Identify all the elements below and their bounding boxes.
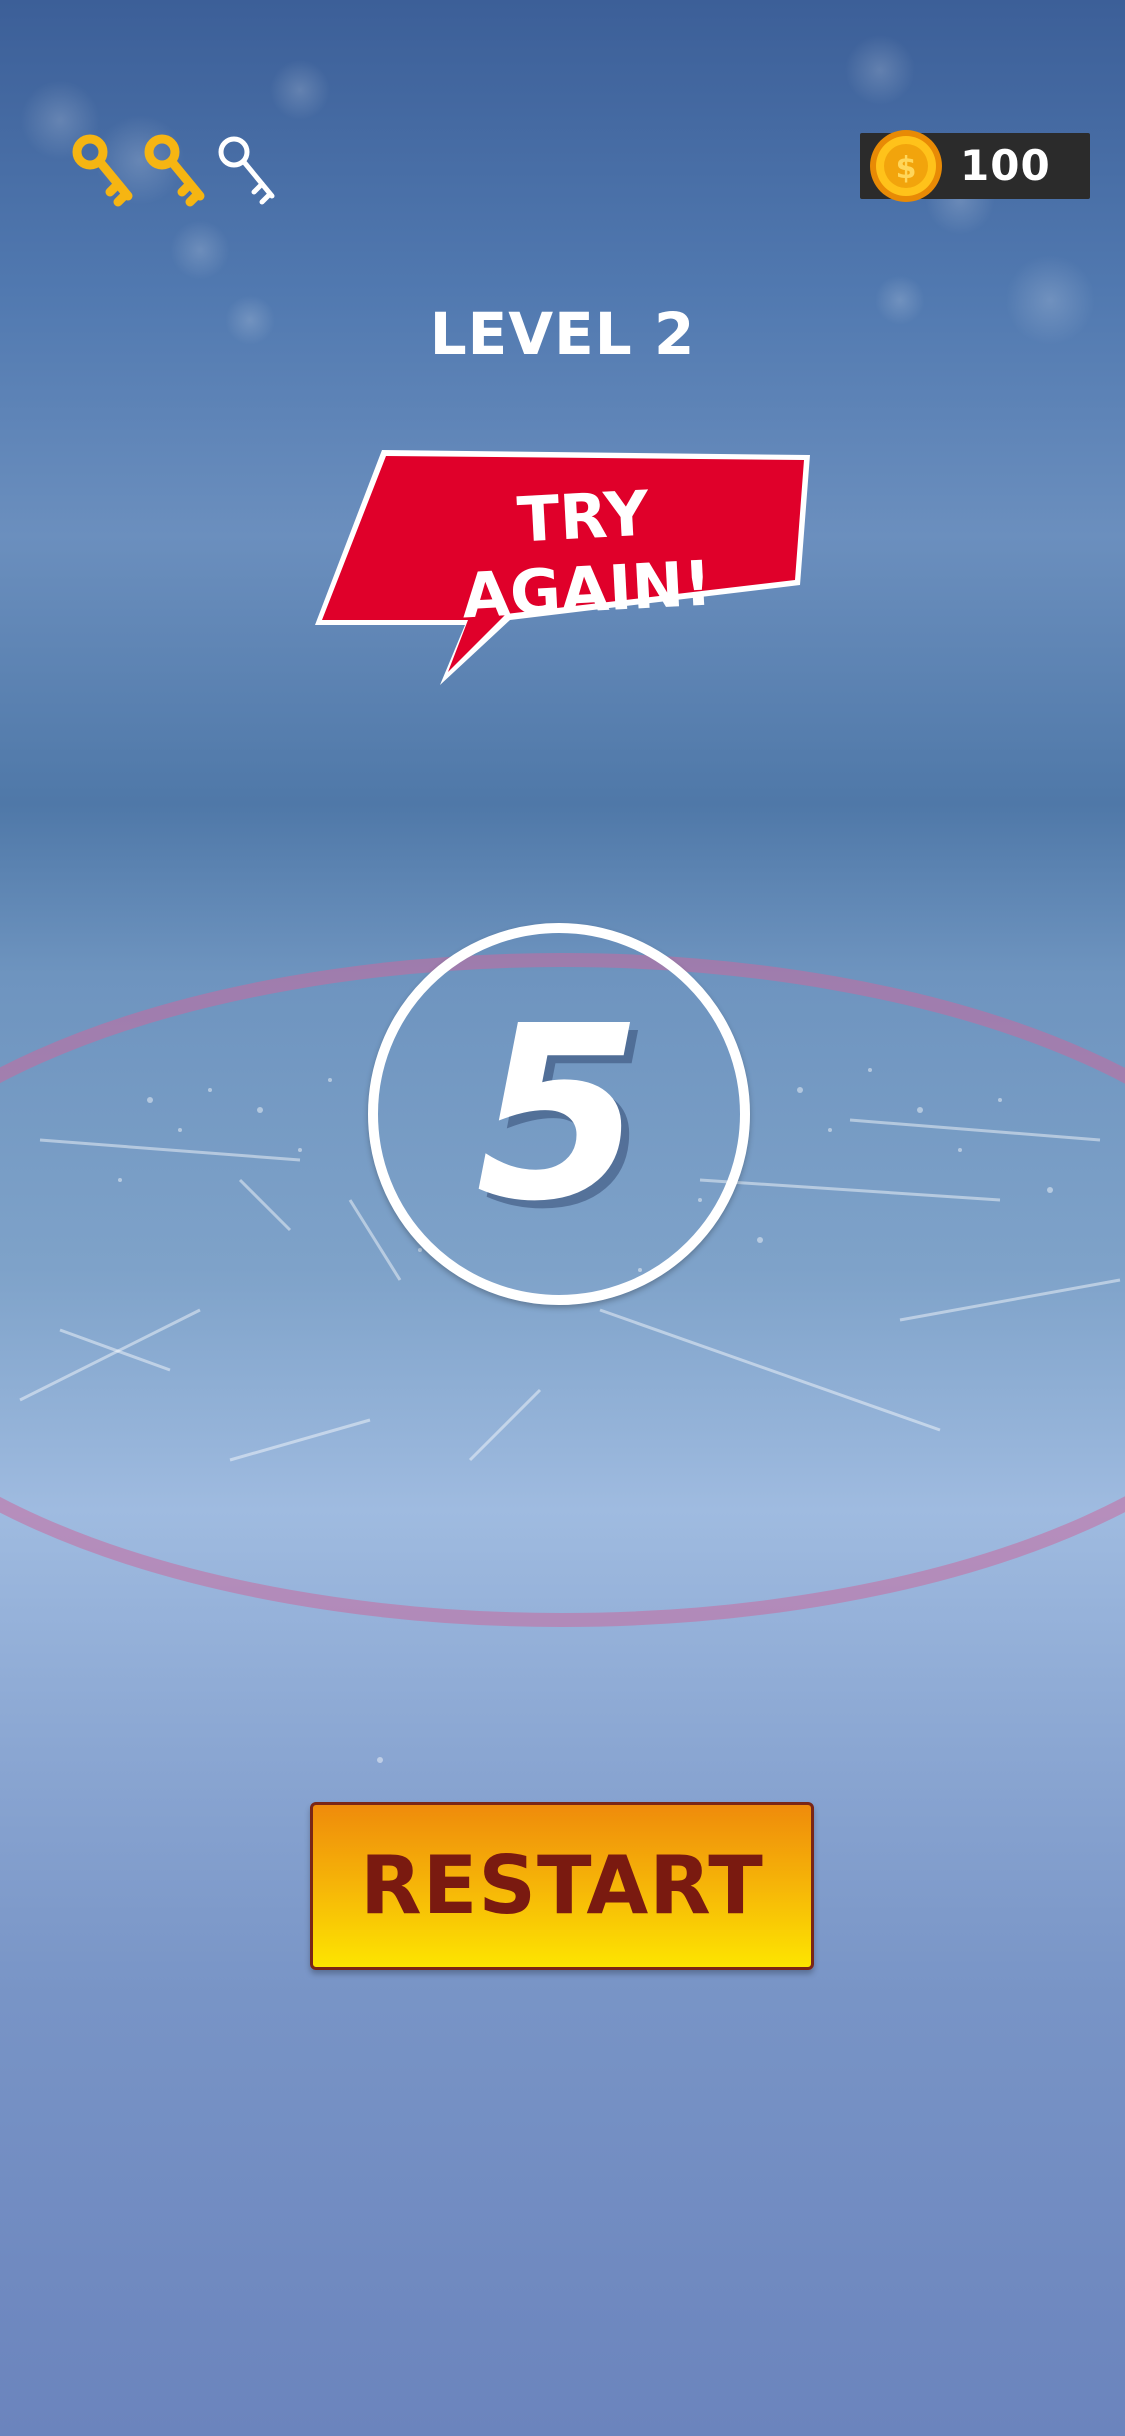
try-again-message: TRY AGAIN! xyxy=(460,476,714,633)
level-title: LEVEL 2 xyxy=(429,300,696,368)
countdown-number: 5 xyxy=(475,974,643,1254)
coin-count: 100 xyxy=(960,141,1051,190)
svg-text:$: $ xyxy=(896,151,917,186)
keys-progress xyxy=(70,130,286,210)
key-icon xyxy=(144,134,205,207)
key-icon xyxy=(72,134,133,207)
restart-button[interactable]: RESTART xyxy=(310,1802,814,1970)
restart-button-label: RESTART xyxy=(360,1839,764,1932)
key-outline-icon xyxy=(218,136,275,205)
coin-icon: $ xyxy=(870,130,942,202)
